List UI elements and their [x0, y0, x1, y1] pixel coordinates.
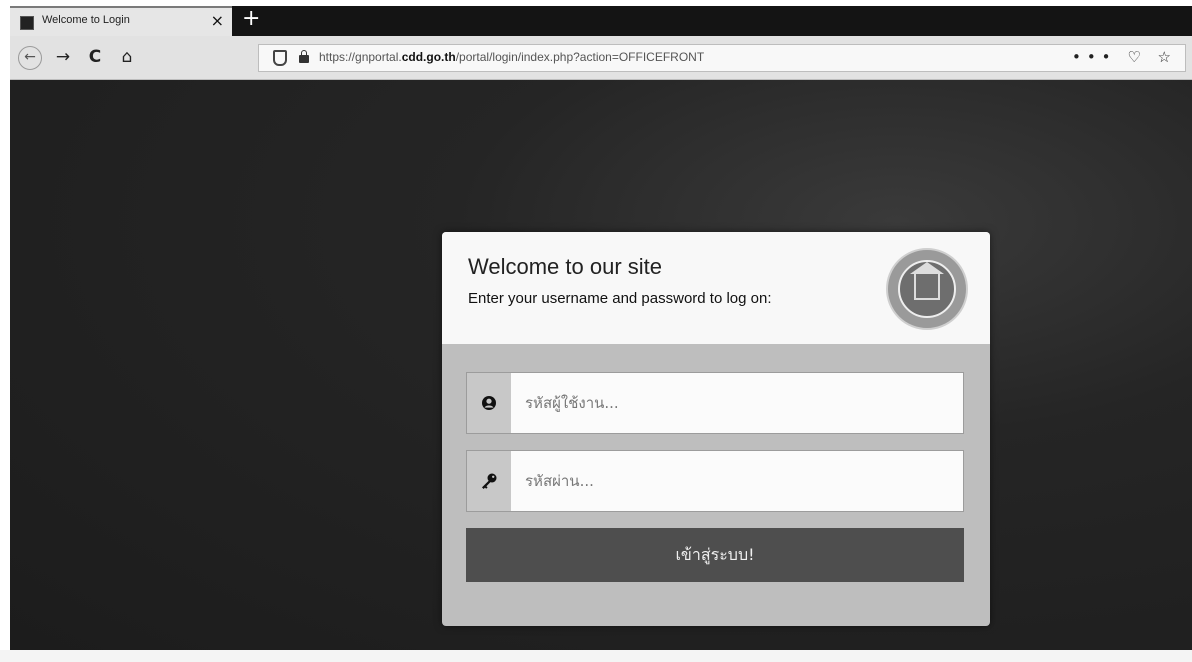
- login-button[interactable]: เข้าสู่ระบบ!: [466, 528, 964, 582]
- browser-tab[interactable]: Welcome to Login ×: [10, 6, 232, 36]
- favicon-icon: [20, 16, 34, 30]
- forward-button[interactable]: →: [50, 44, 76, 70]
- reload-button[interactable]: C: [82, 44, 108, 70]
- department-seal-logo-icon: [886, 248, 968, 330]
- username-field: [466, 372, 964, 434]
- password-input[interactable]: [511, 451, 963, 511]
- tab-title: Welcome to Login: [42, 14, 130, 26]
- back-button[interactable]: ←: [18, 46, 42, 70]
- url-actions: ••• ♡ ☆: [1072, 48, 1177, 66]
- login-card: Welcome to our site Enter your username …: [442, 232, 990, 626]
- logo-house-icon: [910, 262, 944, 300]
- home-button[interactable]: ⌂: [114, 44, 140, 70]
- page-actions-menu-icon[interactable]: •••: [1072, 48, 1117, 66]
- bookmark-star-icon[interactable]: ☆: [1158, 48, 1177, 66]
- pocket-icon[interactable]: ♡: [1127, 48, 1146, 66]
- close-tab-icon[interactable]: ×: [211, 11, 224, 31]
- login-card-header: Welcome to our site Enter your username …: [442, 232, 990, 344]
- address-bar[interactable]: https://gnportal.cdd.go.th/portal/login/…: [258, 44, 1186, 72]
- login-title: Welcome to our site: [468, 254, 663, 279]
- url-domain: cdd.go.th: [401, 50, 456, 64]
- username-input[interactable]: [511, 373, 963, 433]
- page-viewport: Welcome to our site Enter your username …: [10, 80, 1192, 650]
- tab-bar: Welcome to Login × +: [10, 6, 1192, 36]
- url-text[interactable]: https://gnportal.cdd.go.th/portal/login/…: [319, 50, 704, 64]
- tracking-protection-shield-icon[interactable]: [273, 50, 287, 66]
- lock-icon[interactable]: [299, 50, 309, 63]
- password-field: [466, 450, 964, 512]
- bottom-margin: [0, 650, 1192, 662]
- new-tab-button[interactable]: +: [242, 6, 260, 32]
- user-icon: [467, 373, 511, 433]
- logo-emblem: [898, 260, 956, 318]
- navigation-bar: ← → C ⌂ https://gnportal.cdd.go.th/porta…: [10, 36, 1192, 80]
- login-subtitle: Enter your username and password to log …: [468, 290, 772, 307]
- key-icon: [467, 451, 511, 511]
- url-path: /portal/login/index.php?action=OFFICEFRO…: [455, 50, 705, 64]
- url-prefix: https://gnportal.: [319, 50, 402, 64]
